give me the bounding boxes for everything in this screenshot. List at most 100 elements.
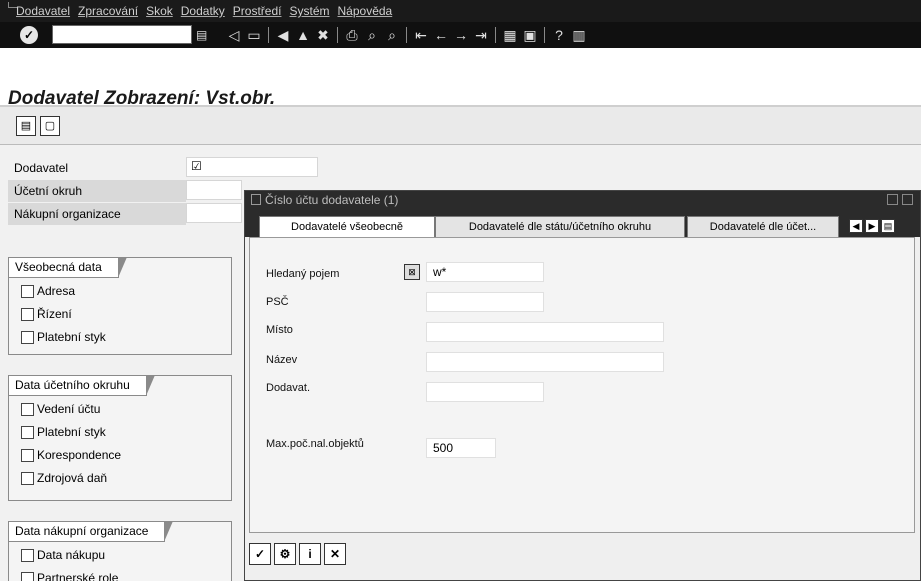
- print-icon[interactable]: ⎙: [342, 25, 362, 45]
- tab-dodavatele-dle-statu[interactable]: Dodavatelé dle státu/účetního okruhu: [435, 216, 685, 238]
- menu-skok[interactable]: Skok: [146, 4, 173, 18]
- toolbar-separator: [337, 27, 338, 43]
- menu-napoveda[interactable]: Nápověda: [338, 4, 393, 18]
- group-title: Data nákupní organizace: [8, 521, 174, 542]
- menu-prostredi[interactable]: Prostředí: [233, 4, 282, 18]
- checkbox[interactable]: [21, 330, 34, 344]
- enter-icon[interactable]: ✓: [20, 26, 38, 44]
- misto-input[interactable]: [426, 322, 664, 342]
- nakupni-org-label: Nákupní organizace: [8, 203, 186, 225]
- psc-label: PSČ: [266, 296, 289, 308]
- last-page-icon[interactable]: ⇥: [471, 25, 491, 45]
- group-nakupni-org-data: Data nákupní organizace Data nákupu Part…: [8, 521, 232, 581]
- checkbox[interactable]: [21, 425, 34, 439]
- nazev-input[interactable]: [426, 352, 664, 372]
- back-nav-icon[interactable]: ◀: [273, 25, 293, 45]
- menu-bar: Dodavatel Zpracování Skok Dodatky Prostř…: [0, 0, 921, 22]
- toolbar-icons: ◁ ▭ ◀ ▲ ✖ ⎙ ⌕ ⌕ ⇤ ← → ⇥ ▦ ▣ ? ▥: [224, 25, 589, 45]
- checkbox[interactable]: [21, 284, 34, 298]
- application-toolbar: ▤ ▢: [0, 107, 921, 145]
- checkbox-row[interactable]: Partnerské role: [21, 571, 118, 581]
- command-field[interactable]: [52, 25, 192, 44]
- checkbox-label: Data nákupu: [37, 548, 106, 562]
- tab-scroll-right-icon[interactable]: ▶: [865, 219, 879, 233]
- checkbox-label: Adresa: [37, 284, 76, 298]
- toolbar-separator: [495, 27, 496, 43]
- shortcut-icon[interactable]: ▣: [520, 25, 540, 45]
- toolbar-separator: [406, 27, 407, 43]
- select-all-icon[interactable]: ▤: [16, 116, 36, 136]
- first-page-icon[interactable]: ⇤: [411, 25, 431, 45]
- checkbox-row[interactable]: Řízení: [21, 307, 72, 321]
- cancel-button[interactable]: ✕: [324, 543, 346, 565]
- standard-toolbar: ✓ ▤ ◁ ▭ ◀ ▲ ✖ ⎙ ⌕ ⌕ ⇤ ← → ⇥ ▦ ▣ ? ▥: [0, 22, 921, 48]
- command-history-icon[interactable]: ▤: [196, 26, 208, 44]
- search-help-dialog: Číslo účtu dodavatele (1) Dodavatelé vše…: [244, 190, 921, 581]
- continue-button[interactable]: ✓: [249, 543, 271, 565]
- psc-input[interactable]: [426, 292, 544, 312]
- dodavatel-input[interactable]: ☑: [186, 157, 318, 177]
- layout-icon[interactable]: ▥: [569, 25, 589, 45]
- checkbox-row[interactable]: Adresa: [21, 284, 75, 298]
- save-icon[interactable]: ▭: [244, 25, 264, 45]
- tab-dodavatele-dle-ucet[interactable]: Dodavatelé dle účet...: [687, 216, 839, 238]
- checkbox[interactable]: [21, 448, 34, 462]
- nakupni-org-input[interactable]: [186, 203, 242, 223]
- dodavat-label: Dodavat.: [266, 382, 311, 394]
- dialog-title: Číslo účtu dodavatele (1): [265, 193, 399, 207]
- help-icon[interactable]: ?: [549, 25, 569, 45]
- menu-system[interactable]: Systém: [289, 4, 329, 18]
- toolbar-separator: [544, 27, 545, 43]
- search-options-button[interactable]: ⚙: [274, 543, 296, 565]
- deselect-icon[interactable]: ▢: [40, 116, 60, 136]
- group-ucetni-okruh-data: Data účetního okruhu Vedení účtu Platebn…: [8, 375, 232, 501]
- checkbox-row[interactable]: Platební styk: [21, 330, 106, 344]
- prev-page-icon[interactable]: ←: [431, 25, 451, 45]
- next-page-icon[interactable]: →: [451, 25, 471, 45]
- hledany-pojem-label: Hledaný pojem: [266, 268, 340, 280]
- menu-zpracovani[interactable]: Zpracování: [78, 4, 138, 18]
- checkbox[interactable]: [21, 471, 34, 485]
- tab-panel: Hledaný pojem ⊠ w* PSČ Místo Název Dodav…: [249, 237, 915, 533]
- find-icon[interactable]: ⌕: [362, 25, 382, 45]
- dodavatel-label: Dodavatel: [8, 157, 186, 179]
- max-pocet-label: Max.poč.nal.objektů: [266, 438, 364, 450]
- exit-icon[interactable]: ▲: [293, 25, 313, 45]
- checkbox-label: Vedení účtu: [37, 402, 101, 416]
- checkbox-label: Platební styk: [37, 330, 106, 344]
- close-icon[interactable]: [902, 194, 913, 205]
- max-pocet-input[interactable]: 500: [426, 438, 496, 458]
- back-icon[interactable]: ◁: [224, 25, 244, 45]
- checkbox-row[interactable]: Platební styk: [21, 425, 106, 439]
- checkbox-row[interactable]: Vedení účtu: [21, 402, 100, 416]
- tab-scroll-left-icon[interactable]: ◀: [849, 219, 863, 233]
- tab-dodavatele-vseobecne[interactable]: Dodavatelé všeobecně: [259, 216, 435, 239]
- misto-label: Místo: [266, 324, 293, 336]
- info-button[interactable]: i: [299, 543, 321, 565]
- group-title: Data účetního okruhu: [8, 375, 155, 396]
- hledany-pojem-input[interactable]: w*: [426, 262, 544, 282]
- menu-dodatky[interactable]: Dodatky: [181, 4, 225, 18]
- tab-list-icon[interactable]: ▤: [881, 219, 895, 233]
- toolbar-separator: [268, 27, 269, 43]
- find-next-icon[interactable]: ⌕: [382, 25, 402, 45]
- tab-strip: Dodavatelé všeobecně Dodavatelé dle stát…: [245, 209, 920, 239]
- title-bar: Dodavatel Zobrazení: Vst.obr.: [0, 48, 921, 109]
- checkbox[interactable]: [21, 571, 34, 581]
- minimize-icon[interactable]: [887, 194, 898, 205]
- checkbox[interactable]: [21, 548, 34, 562]
- new-session-icon[interactable]: ▦: [500, 25, 520, 45]
- checkbox-row[interactable]: Zdrojová daň: [21, 471, 107, 485]
- multiple-selection-icon[interactable]: ⊠: [404, 264, 420, 280]
- dodavat-input[interactable]: [426, 382, 544, 402]
- menu-dodavatel[interactable]: Dodavatel: [16, 4, 70, 18]
- checkbox-label: Zdrojová daň: [37, 471, 108, 485]
- checkbox-label: Platební styk: [37, 425, 106, 439]
- checkbox-row[interactable]: Korespondence: [21, 448, 121, 462]
- checkbox[interactable]: [21, 402, 34, 416]
- cancel-icon[interactable]: ✖: [313, 25, 333, 45]
- ucetni-okruh-input[interactable]: [186, 180, 242, 200]
- checkbox[interactable]: [21, 307, 34, 321]
- group-title: Všeobecná data: [8, 257, 127, 278]
- checkbox-row[interactable]: Data nákupu: [21, 548, 105, 562]
